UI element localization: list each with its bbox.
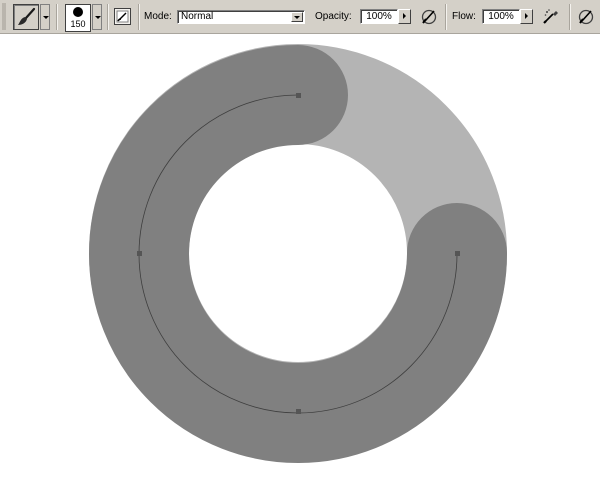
opacity-pressure-button[interactable] [419,6,439,26]
separator [56,4,58,30]
brush-preset-picker[interactable]: 150 [65,4,91,32]
flow-slider-button[interactable] [520,9,533,24]
separator [569,4,571,30]
size-pressure-button[interactable] [576,6,596,26]
toolbar-grip[interactable] [2,3,6,30]
tool-preset-button[interactable] [13,4,39,30]
opacity-label: Opacity: [315,11,352,22]
document-canvas[interactable] [0,34,600,501]
separator [138,4,140,30]
brush-icon [18,7,36,25]
opacity-field[interactable]: 100% [360,9,398,24]
tool-preset-dropdown[interactable] [40,4,50,30]
path-anchor-point[interactable] [296,409,301,414]
chevron-down-icon[interactable] [291,12,303,22]
brush-palette-icon [114,8,131,25]
path-anchor-point[interactable] [455,251,460,256]
separator [445,4,447,30]
mode-label: Mode: [144,11,172,22]
path-anchor-point[interactable] [296,93,301,98]
path-anchor-point[interactable] [137,251,142,256]
separator [107,4,109,30]
flow-field[interactable]: 100% [482,9,520,24]
opacity-slider-button[interactable] [398,9,411,24]
airbrush-button[interactable] [541,6,561,26]
airbrush-icon [543,9,558,24]
brush-size-value: 150 [70,19,86,29]
brush-preset-dropdown[interactable] [92,4,102,30]
pressure-icon [421,9,437,25]
brush-palette-button[interactable] [114,8,131,25]
mode-select[interactable]: Normal [177,10,305,24]
flow-label: Flow: [452,11,476,22]
brush-tip-preview [73,7,83,17]
options-bar: 150 Mode: Normal Opacity: 100% Flow: 100… [0,0,600,34]
size-pressure-icon [578,9,594,25]
mode-select-value: Normal [181,11,214,22]
